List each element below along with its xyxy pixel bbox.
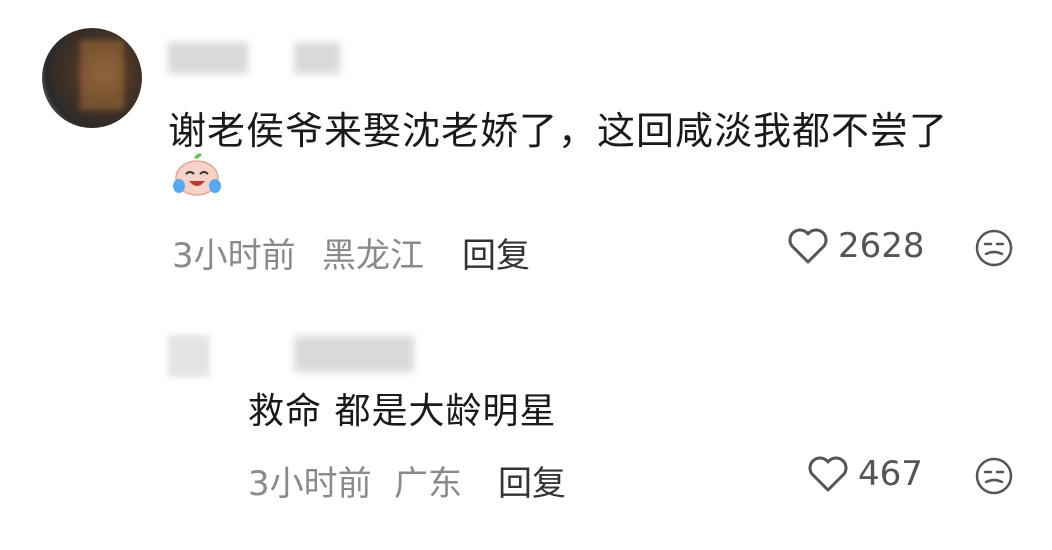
dislike-face-icon[interactable] xyxy=(974,456,1014,496)
username-blurred[interactable] xyxy=(168,42,248,74)
like-button[interactable]: 467 xyxy=(806,454,923,494)
reply-button[interactable]: 回复 xyxy=(498,456,566,505)
username-blurred[interactable] xyxy=(294,336,414,372)
comment-text: 谢老侯爷来娶沈老娇了，这回咸淡我都不尝了 xyxy=(168,109,949,153)
heart-icon xyxy=(788,228,828,264)
reply-text: 救命 都是大龄明星 xyxy=(248,391,557,432)
heart-icon xyxy=(808,456,848,492)
like-button[interactable]: 2628 xyxy=(786,226,925,266)
reply-button[interactable]: 回复 xyxy=(462,228,530,277)
avatar[interactable] xyxy=(168,335,210,377)
reply-location: 广东 xyxy=(394,464,462,504)
avatar[interactable] xyxy=(42,28,142,128)
comment-time: 3小时前 xyxy=(172,236,296,276)
comment-location: 黑龙江 xyxy=(322,236,424,276)
crying-laughing-face-icon xyxy=(173,153,221,196)
dislike-face-icon[interactable] xyxy=(974,228,1014,268)
like-count: 467 xyxy=(858,454,923,494)
like-count: 2628 xyxy=(838,226,925,266)
username-blurred[interactable] xyxy=(294,42,340,74)
reply-time: 3小时前 xyxy=(248,464,372,504)
